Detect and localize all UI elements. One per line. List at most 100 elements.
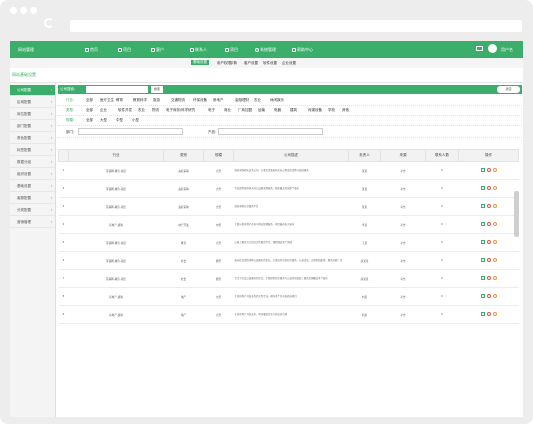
table-row[interactable]: 2 互联网-教育-家居 政府采购 大型 专业提供政府机关办公设备采购服务，服务覆盖全国多… [58, 179, 519, 198]
edit-icon[interactable] [480, 222, 485, 226]
delete-icon[interactable] [486, 168, 491, 172]
filter-option[interactable]: 房地产 [213, 98, 224, 103]
edit-icon[interactable] [480, 186, 485, 190]
edit-icon[interactable] [480, 168, 485, 172]
subnav-item[interactable]: 基础设置 [191, 60, 209, 65]
table-row[interactable]: 9 房地产-建筑 地产 大型 主营房地产开发业务，项目覆盖住宅与商业综合体 刘某 平台 0 [58, 305, 519, 324]
view-icon[interactable] [492, 222, 497, 226]
delete-icon[interactable] [486, 312, 491, 316]
filter-option[interactable]: 软件开发 [118, 108, 132, 113]
filter-option[interactable]: 物流 [152, 108, 159, 113]
filter-option[interactable]: 电子商务/科学研究 [166, 108, 195, 113]
nav-item[interactable]: 项目 [225, 47, 238, 53]
sidebar-item[interactable]: 区域配置 › [10, 97, 55, 108]
filter-option[interactable]: 休闲娱乐 [270, 98, 284, 103]
window-dot[interactable] [10, 7, 17, 14]
filter-option[interactable]: 农业 [138, 108, 145, 113]
view-icon[interactable] [492, 312, 497, 316]
filter-option[interactable]: 电子 [208, 108, 215, 113]
window-dot[interactable] [30, 7, 37, 14]
nav-item[interactable]: 帮助中心 [292, 47, 313, 53]
sidebar-item[interactable]: 营销管理 › [10, 217, 55, 228]
sidebar-item[interactable]: 公司配置 › [10, 85, 55, 96]
filter-option[interactable]: 建筑 [290, 108, 297, 113]
nav-item[interactable]: 项目 [118, 47, 131, 53]
filter-option[interactable]: 环保设备 [193, 98, 207, 103]
filter-option[interactable]: 全部 [86, 108, 93, 113]
subnav-item[interactable]: 软件设置 [263, 61, 277, 66]
avatar[interactable] [488, 44, 497, 53]
delete-icon[interactable] [486, 204, 491, 208]
reset-button[interactable]: 清空 [497, 86, 520, 93]
filter-option[interactable]: 教育 [116, 98, 123, 103]
nav-item[interactable]: 客户 [151, 47, 164, 53]
edit-icon[interactable] [480, 204, 485, 208]
department-input[interactable] [78, 128, 183, 135]
filter-option[interactable]: 商业 [224, 108, 231, 113]
view-icon[interactable] [492, 240, 497, 244]
delete-icon[interactable] [486, 276, 491, 280]
filter-option[interactable]: 中型 [116, 118, 123, 123]
search-button[interactable]: 搜索 [151, 86, 163, 93]
filter-option[interactable]: 运输 [258, 108, 265, 113]
filter-option[interactable]: 厂商加盟 [238, 108, 252, 113]
delete-icon[interactable] [486, 294, 491, 298]
subnav-item[interactable]: 字典 [230, 61, 237, 66]
edit-icon[interactable] [480, 276, 485, 280]
filter-option[interactable]: 小型 [132, 118, 139, 123]
filter-option[interactable]: 全部 [86, 98, 93, 103]
filter-option[interactable]: 企业 [100, 108, 107, 113]
user-name[interactable]: 用户名 [501, 47, 513, 53]
filter-option[interactable]: 其他 [342, 108, 349, 113]
filter-option[interactable]: 农业 [254, 98, 261, 103]
edit-icon[interactable] [480, 240, 485, 244]
edit-icon[interactable] [480, 294, 485, 298]
sidebar-item[interactable]: 数据分组 › [10, 157, 55, 168]
search-input[interactable] [86, 86, 148, 93]
delete-icon[interactable] [486, 258, 491, 262]
subnav-item[interactable]: 客户设置 [244, 61, 258, 66]
window-dot[interactable] [20, 7, 27, 14]
nav-item[interactable]: 系统管理 [255, 47, 276, 53]
view-icon[interactable] [492, 258, 497, 262]
refresh-icon[interactable] [44, 18, 54, 28]
sidebar-item[interactable]: 分类配置 › [10, 205, 55, 216]
filter-option[interactable]: 教育科学 [133, 98, 147, 103]
subnav-item[interactable]: 企业设置 [282, 61, 296, 66]
view-icon[interactable] [492, 204, 497, 208]
filter-option[interactable]: 全部 [86, 118, 93, 123]
sidebar-item[interactable]: 角色配置 › [10, 133, 55, 144]
table-row[interactable]: 5 互联网-教育-家居 教育 大型 以线上教育为主的综合性教育平台，课程涵盖多个领域 王某… [58, 233, 519, 252]
filter-option[interactable]: 学校 [328, 108, 335, 113]
sidebar-item[interactable]: 部门配置 › [10, 121, 55, 132]
system-name[interactable]: 网站管理 [18, 47, 34, 53]
product-input[interactable] [218, 128, 323, 135]
filter-option[interactable]: 传媒设备 [308, 108, 322, 113]
filter-option[interactable]: 交通物流 [171, 98, 185, 103]
table-row[interactable]: 3 互联网-教育-家居 政府采购 大型 政府采购综合服务平台 张某 平台 0 [58, 197, 519, 216]
table-row[interactable]: 8 房地产-建筑 地产 大型 主营房地产开发业务的大型企业，拥有多个住宅和商业项目 刘某平… [58, 287, 519, 306]
scrollbar[interactable] [514, 191, 519, 237]
mail-icon[interactable] [476, 46, 483, 51]
filter-option[interactable]: 金融理财 [235, 98, 249, 103]
edit-icon[interactable] [480, 258, 485, 262]
filter-option[interactable]: 大型 [100, 118, 107, 123]
sidebar-item[interactable]: 标签配置 › [10, 145, 55, 156]
filter-option[interactable]: 电器 [274, 108, 281, 113]
table-row[interactable]: 1 互联网-教育-家居 政府采购 大型 政府采购相关业务公司，主要负责政府机关办公用品的… [58, 161, 519, 180]
address-bar[interactable] [70, 20, 522, 32]
table-row[interactable]: 4 房地产-建筑 地产开发 中型 主要从事房地产开发与物业管理服务，项目遍布各大城市 李某… [58, 215, 519, 234]
delete-icon[interactable] [486, 240, 491, 244]
delete-icon[interactable] [486, 186, 491, 190]
view-icon[interactable] [492, 294, 497, 298]
filter-option[interactable]: 医疗卫生 [100, 98, 114, 103]
view-icon[interactable] [492, 276, 497, 280]
delete-icon[interactable] [486, 222, 491, 226]
sidebar-item[interactable]: 组织设置 › [10, 169, 55, 180]
view-icon[interactable] [492, 186, 497, 190]
edit-icon[interactable] [480, 312, 485, 316]
filter-option[interactable]: 旅游 [153, 98, 160, 103]
sidebar-item[interactable]: 岗位配置 › [10, 109, 55, 120]
nav-item[interactable]: 首页 [85, 47, 98, 53]
sidebar-item[interactable]: 客服配置 › [10, 193, 55, 204]
